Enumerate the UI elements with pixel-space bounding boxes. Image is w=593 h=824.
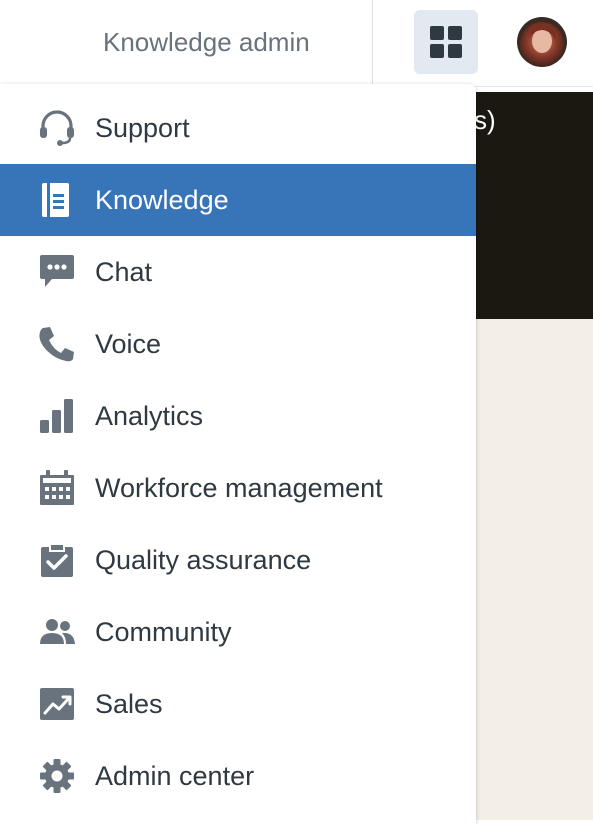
menu-item-label: Quality assurance [95,545,312,575]
grid-icon [430,26,462,58]
trend-chart-icon [38,686,76,722]
chat-bubble-icon [38,254,76,290]
menu-item-label: Analytics [95,401,204,431]
menu-item-label: Knowledge [95,185,229,215]
menu-item-support[interactable]: Support [0,92,476,164]
background-partial-text: s) [474,105,496,135]
gear-icon [38,758,76,794]
background-panel [476,319,593,820]
book-icon [38,182,76,218]
bar-chart-icon [38,398,76,434]
menu-item-label: Voice [95,329,162,359]
header-divider [372,0,373,86]
product-switcher-menu: Support Knowledge Chat Voice Analytics W… [0,84,476,824]
apps-switcher-button[interactable] [414,10,478,74]
user-avatar[interactable] [517,17,567,67]
menu-item-quality-assurance[interactable]: Quality assurance [0,524,476,596]
menu-item-analytics[interactable]: Analytics [0,380,476,452]
calendar-icon [38,470,76,506]
menu-item-workforce-management[interactable]: Workforce management [0,452,476,524]
menu-item-label: Sales [95,689,163,719]
top-header: Knowledge admin [0,0,593,87]
phone-icon [38,326,76,362]
page-title: Knowledge admin [103,27,310,57]
headset-icon [38,110,76,146]
menu-item-admin-center[interactable]: Admin center [0,740,476,812]
menu-item-sales[interactable]: Sales [0,668,476,740]
menu-item-voice[interactable]: Voice [0,308,476,380]
clipboard-check-icon [38,542,76,578]
menu-item-knowledge[interactable]: Knowledge [0,164,476,236]
menu-item-chat[interactable]: Chat [0,236,476,308]
menu-item-label: Chat [95,257,153,287]
menu-item-label: Admin center [95,761,255,791]
menu-item-label: Support [95,113,190,143]
menu-item-label: Community [95,617,232,647]
menu-item-label: Workforce management [95,473,383,503]
people-icon [38,614,76,650]
menu-item-community[interactable]: Community [0,596,476,668]
